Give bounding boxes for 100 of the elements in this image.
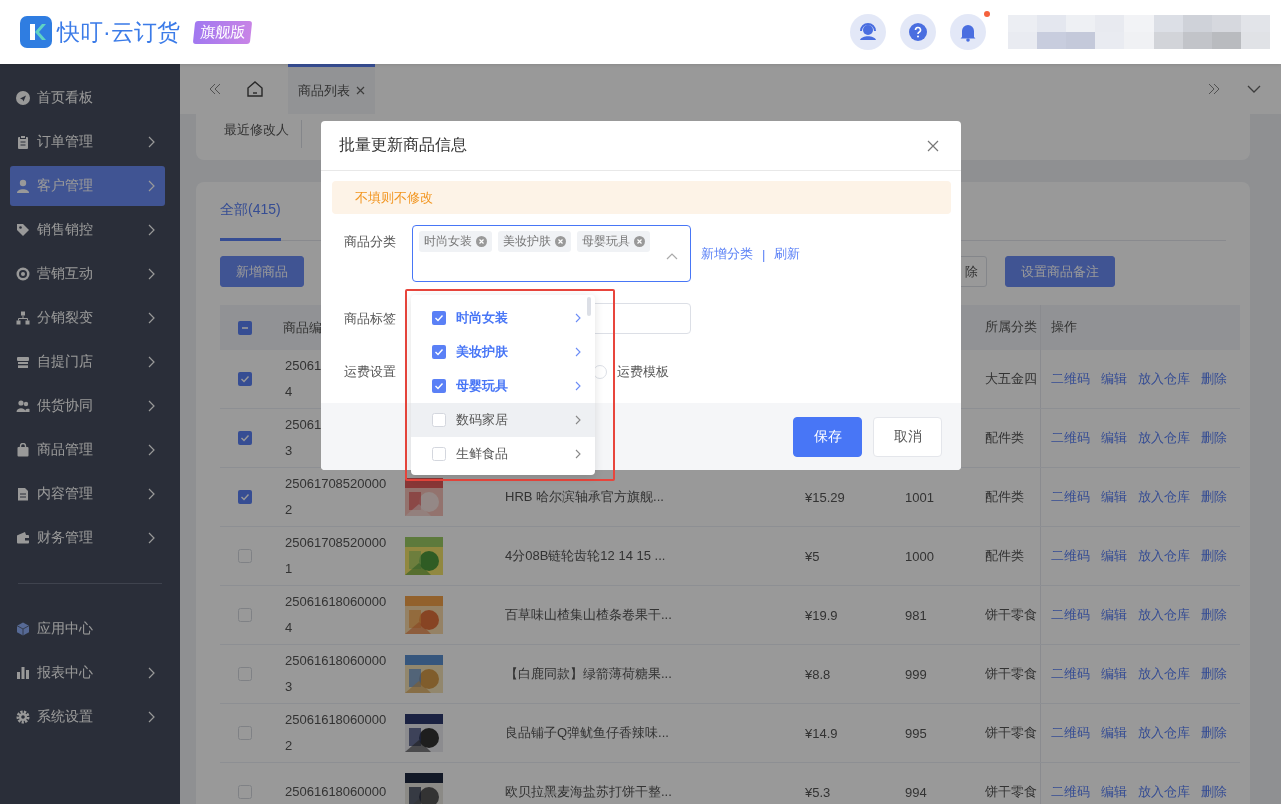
double-chevron-right-icon[interactable] — [1207, 82, 1221, 96]
row-action-link[interactable]: 二维码 — [1051, 606, 1090, 624]
table-cell: 欧贝拉黑麦海盐苏打饼干整... — [505, 783, 672, 801]
save-button[interactable]: 保存 — [793, 416, 862, 457]
checkbox[interactable] — [238, 608, 252, 622]
close-icon[interactable] — [927, 139, 939, 152]
row-action-link[interactable]: 删除 — [1201, 724, 1227, 742]
checkbox[interactable] — [432, 379, 446, 393]
row-action-link[interactable]: 二维码 — [1051, 370, 1090, 388]
sidebar-item[interactable]: 报表中心 — [10, 653, 165, 693]
checkbox[interactable] — [238, 372, 252, 386]
row-action-link[interactable]: 二维码 — [1051, 724, 1090, 742]
bag-icon — [16, 443, 30, 457]
row-action-link[interactable]: 删除 — [1201, 665, 1227, 683]
checkbox[interactable] — [432, 413, 446, 427]
row-action-link[interactable]: 二维码 — [1051, 665, 1090, 683]
headset-icon[interactable] — [850, 14, 886, 50]
row-action-link[interactable]: 编辑 — [1101, 547, 1127, 565]
sidebar-item[interactable]: 分销裂变 — [10, 298, 165, 338]
action-button[interactable]: 新增商品 — [220, 256, 304, 287]
text-link[interactable]: 刷新 — [774, 245, 801, 263]
checkbox[interactable] — [238, 667, 252, 681]
table-cell: ¥5.3 — [805, 784, 831, 800]
field-label: 商品分类 — [343, 233, 397, 251]
checkbox[interactable] — [432, 311, 446, 325]
row-action-link[interactable]: 放入仓库 — [1138, 606, 1190, 624]
row-action-link[interactable]: 放入仓库 — [1138, 724, 1190, 742]
sidebar-item[interactable]: 订单管理 — [10, 122, 165, 162]
help-icon[interactable] — [900, 14, 936, 50]
sidebar-item[interactable]: 销售销控 — [10, 210, 165, 250]
sidebar-item[interactable]: 首页看板 — [10, 78, 165, 118]
table-cell: 4分08B链轮齿轮12 14 15 ... — [505, 547, 666, 565]
logo-text: 快叮·云订货 — [57, 17, 180, 47]
dropdown-option[interactable]: 生鲜食品 — [411, 437, 595, 471]
checkbox[interactable] — [238, 490, 252, 504]
sidebar-item[interactable]: 应用中心 — [10, 609, 165, 649]
checkbox[interactable] — [238, 785, 252, 799]
store-icon — [16, 355, 30, 369]
row-action-link[interactable]: 二维码 — [1051, 783, 1090, 801]
row-action-link[interactable]: 编辑 — [1101, 665, 1127, 683]
row-action-link[interactable]: 删除 — [1201, 429, 1227, 447]
sidebar-item[interactable]: 商品管理 — [10, 430, 165, 470]
checkbox[interactable] — [238, 726, 252, 740]
remove-icon[interactable] — [634, 236, 645, 247]
row-action-link[interactable]: 删除 — [1201, 488, 1227, 506]
row-action-link[interactable]: 二维码 — [1051, 488, 1090, 506]
action-button[interactable]: 设置商品备注 — [1005, 256, 1115, 287]
remove-icon[interactable] — [555, 236, 566, 247]
row-action-link[interactable]: 放入仓库 — [1138, 783, 1190, 801]
sidebar-item[interactable]: 客户管理 — [10, 166, 165, 206]
checkbox[interactable] — [432, 345, 446, 359]
checkbox[interactable] — [238, 549, 252, 563]
status-tab[interactable]: 全部(415) — [220, 182, 281, 241]
dropdown-option[interactable]: 美妆护肤 — [411, 335, 595, 369]
checkbox[interactable] — [238, 320, 252, 335]
dropdown-option[interactable]: 时尚女装 — [411, 301, 595, 335]
row-action-link[interactable]: 编辑 — [1101, 783, 1127, 801]
row-action-link[interactable]: 编辑 — [1101, 488, 1127, 506]
close-icon[interactable] — [356, 86, 365, 95]
sidebar-item[interactable]: 营销互动 — [10, 254, 165, 294]
table-cell: 配件类 — [985, 488, 1024, 506]
row-action-link[interactable]: 编辑 — [1101, 724, 1127, 742]
bell-icon[interactable] — [950, 14, 986, 50]
cancel-button[interactable]: 取消 — [873, 416, 942, 457]
row-action-link[interactable]: 编辑 — [1101, 429, 1127, 447]
row-action-link[interactable]: 二维码 — [1051, 429, 1090, 447]
row-action-link[interactable]: 放入仓库 — [1138, 429, 1190, 447]
logo-icon — [20, 16, 52, 48]
row-action-link[interactable]: 放入仓库 — [1138, 547, 1190, 565]
double-chevron-left-icon[interactable] — [208, 82, 222, 96]
row-action-link[interactable]: 编辑 — [1101, 606, 1127, 624]
table-cell: ¥8.8 — [805, 666, 831, 682]
row-action-link[interactable]: 放入仓库 — [1138, 488, 1190, 506]
sidebar-item[interactable]: 内容管理 — [10, 474, 165, 514]
text-link[interactable]: 新增分类 — [701, 245, 753, 263]
remove-icon[interactable] — [476, 236, 487, 247]
row-action-link[interactable]: 放入仓库 — [1138, 665, 1190, 683]
target-icon — [16, 267, 30, 281]
row-action-link[interactable]: 删除 — [1201, 370, 1227, 388]
page-tab[interactable]: 商品列表 — [288, 64, 375, 114]
row-action-link[interactable]: 二维码 — [1051, 547, 1090, 565]
sidebar-item[interactable]: 自提门店 — [10, 342, 165, 382]
sidebar-item[interactable]: 系统设置 — [10, 697, 165, 737]
checkbox[interactable] — [238, 431, 252, 445]
dropdown-option[interactable]: 数码家居 — [411, 403, 595, 437]
row-action-link[interactable]: 删除 — [1201, 547, 1227, 565]
row-action-link[interactable]: 放入仓库 — [1138, 370, 1190, 388]
category-select[interactable]: 时尚女装 美妆护肤 母婴玩具 — [412, 225, 691, 282]
sidebar-item[interactable]: 供货协同 — [10, 386, 165, 426]
tag-icon — [16, 223, 30, 237]
row-action-link[interactable]: 删除 — [1201, 783, 1227, 801]
person-icon — [16, 179, 30, 193]
row-action-link[interactable]: 编辑 — [1101, 370, 1127, 388]
table-cell: 良品铺子Q弹鱿鱼仔香辣味... — [505, 724, 669, 742]
checkbox[interactable] — [432, 447, 446, 461]
sidebar-item[interactable]: 财务管理 — [10, 518, 165, 558]
home-icon[interactable] — [246, 80, 264, 98]
table-cell: HRB 哈尔滨轴承官方旗舰... — [505, 488, 664, 506]
row-action-link[interactable]: 删除 — [1201, 606, 1227, 624]
dropdown-option[interactable]: 母婴玩具 — [411, 369, 595, 403]
